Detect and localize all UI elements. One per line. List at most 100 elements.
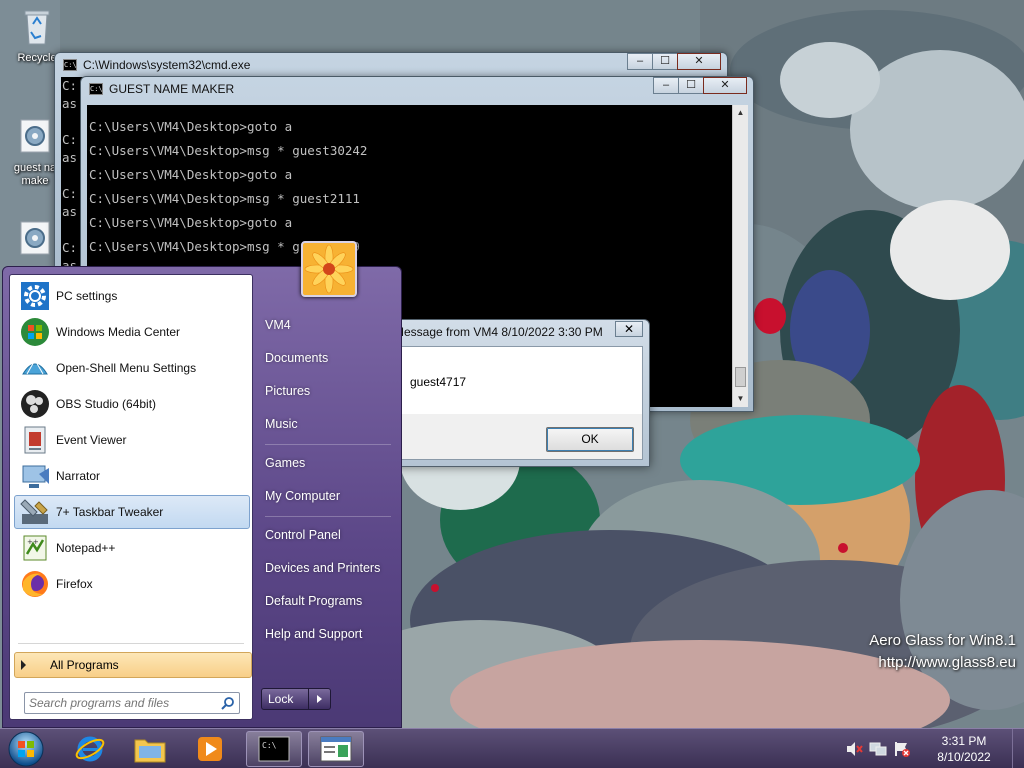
event-viewer-icon [24,426,46,454]
message-close-button[interactable]: ✕ [615,321,643,337]
notepad-plus-icon: ++ [23,535,47,561]
program-notepad-plus-plus[interactable]: ++ Notepad++ [14,531,250,565]
lock-button[interactable]: Lock [261,688,309,710]
program-label: 7+ Taskbar Tweaker [56,505,164,519]
taskbar: C:\ 3:31 PM 8/10/2022 [0,728,1024,768]
ok-button[interactable]: OK [546,427,634,452]
console-line: C:\Users\VM4\Desktop>goto a [89,167,293,182]
close-button[interactable]: ✕ [703,77,747,94]
program-label: Windows Media Center [56,325,181,339]
search-input[interactable] [25,693,215,713]
places-separator [265,444,391,445]
close-button[interactable]: ✕ [677,53,721,70]
search-icon [221,697,234,710]
message-text: guest4717 [398,347,642,414]
place-pictures[interactable]: Pictures [265,381,310,401]
minimize-button[interactable]: – [653,77,679,94]
start-menu-programs-panel: PC settings Windows Media Center Open-Sh… [9,274,253,720]
console-line: C:\Users\VM4\Desktop>msg * guest3359 [89,239,360,254]
program-7-taskbar-tweaker[interactable]: 7+ Taskbar Tweaker [14,495,250,529]
console-line: C:\Users\VM4\Desktop>goto a [89,119,293,134]
start-search-box[interactable] [24,692,240,714]
program-label: Event Viewer [56,433,127,447]
program-open-shell-settings[interactable]: Open-Shell Menu Settings [14,351,250,385]
power-options-button[interactable] [309,688,331,710]
batch-file-gear-icon [20,119,50,153]
guest-caption-buttons: – ☐ ✕ [653,77,747,94]
program-label: PC settings [56,289,118,303]
all-programs-label: All Programs [50,658,119,672]
program-event-viewer[interactable]: Event Viewer [14,423,250,457]
lock-button-group: Lock [261,688,331,710]
console-icon: C:\ [89,83,103,95]
message-dialog[interactable]: Message from VM4 8/10/2022 3:30 PM ✕ gue… [390,319,650,467]
watermark-line-1: Aero Glass for Win8.1 [869,632,1016,649]
program-windows-media-center[interactable]: Windows Media Center [14,315,250,349]
start-orb-button[interactable] [6,730,46,768]
gear-icon [21,282,49,310]
places-separator [265,516,391,517]
start-menu: PC settings Windows Media Center Open-Sh… [2,241,402,728]
program-label: Open-Shell Menu Settings [56,361,197,375]
minimize-button[interactable]: – [627,53,653,70]
console-icon: C:\ [63,59,77,71]
program-firefox[interactable]: Firefox [14,567,250,601]
all-programs-button[interactable]: All Programs [14,652,252,678]
scroll-thumb[interactable] [735,367,746,387]
show-desktop-button[interactable] [1012,729,1024,768]
internet-explorer-icon [75,736,105,762]
taskbar-file-explorer[interactable] [122,731,178,767]
taskbar-message-window[interactable] [308,731,364,767]
action-center-flag-icon[interactable] [893,741,911,757]
message-dialog-title: Message from VM4 8/10/2022 3:30 PM [394,325,603,339]
console-line: C:\Users\VM4\Desktop>msg * guest30242 [89,143,368,158]
network-icon[interactable] [869,741,887,757]
clock-time: 3:31 PM [941,734,987,748]
media-player-icon [198,737,222,761]
taskbar-cmd[interactable]: C:\ [246,731,302,767]
taskbar-clock[interactable]: 3:31 PM 8/10/2022 [920,733,1008,765]
message-body: guest4717 OK [397,346,643,460]
place-default-programs[interactable]: Default Programs [265,591,362,611]
program-label: Firefox [56,577,93,591]
console-scrollbar[interactable]: ▲ ▼ [732,105,748,407]
volume-muted-icon[interactable] [845,741,863,757]
place-help-and-support[interactable]: Help and Support [265,624,362,644]
scroll-up-arrow-icon[interactable]: ▲ [733,105,748,121]
guest-window-title: GUEST NAME MAKER [109,82,235,96]
place-control-panel[interactable]: Control Panel [265,525,341,545]
place-games[interactable]: Games [265,453,305,473]
clock-date: 8/10/2022 [937,750,991,764]
taskbar-internet-explorer[interactable] [62,731,118,767]
program-label: Narrator [56,469,101,483]
firefox-icon [22,571,48,597]
recycle-bin-icon [24,10,50,45]
aero-glass-watermark: Aero Glass for Win8.1 http://www.glass8.… [869,630,1016,674]
arrow-right-icon [317,695,322,703]
program-pc-settings[interactable]: PC settings [14,279,250,313]
cmd-title: C:\Windows\system32\cmd.exe [83,58,251,72]
maximize-button[interactable]: ☐ [652,53,678,70]
taskbar-media-player[interactable] [182,731,238,767]
batch-file-gear-icon [20,221,50,255]
desktop-icon-label: Recycle [17,52,57,64]
place-devices-and-printers[interactable]: Devices and Printers [265,558,380,578]
console-icon: C:\ [258,736,290,762]
system-tray: 3:31 PM 8/10/2022 [842,729,1024,768]
watermark-line-2: http://www.glass8.eu [878,654,1016,671]
svg-text:++: ++ [27,538,39,546]
place-documents[interactable]: Documents [265,348,328,368]
place-music[interactable]: Music [265,414,298,434]
narrator-icon [22,465,49,488]
program-narrator[interactable]: Narrator [14,459,250,493]
console-line: C:\Users\VM4\Desktop>goto a [89,215,293,230]
maximize-button[interactable]: ☐ [678,77,704,94]
program-label: OBS Studio (64bit) [56,397,157,411]
obs-icon [21,390,49,418]
folder-icon [134,739,166,763]
place-user[interactable]: VM4 [265,315,291,335]
place-my-computer[interactable]: My Computer [265,486,340,506]
program-obs-studio[interactable]: OBS Studio (64bit) [14,387,250,421]
scroll-down-arrow-icon[interactable]: ▼ [733,391,748,407]
arrow-right-icon [21,660,26,670]
